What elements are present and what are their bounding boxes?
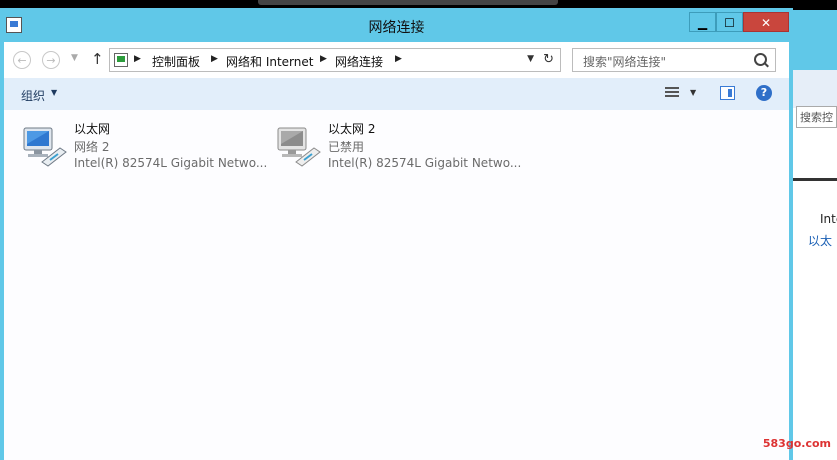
- background-window-titlebar: [790, 10, 837, 70]
- organize-button[interactable]: 组织: [21, 87, 45, 104]
- background-window[interactable]: 搜索控 Intel 以太: [790, 10, 837, 460]
- forward-button[interactable]: →: [42, 51, 60, 69]
- search-input[interactable]: 搜索"网络连接": [583, 53, 666, 70]
- network-adapter-connected-icon: [23, 127, 67, 167]
- close-button[interactable]: ✕: [743, 12, 789, 32]
- connection-device: Intel(R) 82574L Gigabit Netwo...: [328, 156, 522, 170]
- up-button[interactable]: ↑: [91, 50, 104, 68]
- connections-list: 以太网 网络 2 Intel(R) 82574L Gigabit Netwo..…: [4, 110, 789, 460]
- connection-status: 已禁用: [328, 140, 365, 154]
- breadcrumb-control-panel[interactable]: 控制面板: [152, 53, 200, 70]
- connection-name: 以太网: [74, 122, 111, 136]
- help-icon[interactable]: ?: [756, 85, 772, 101]
- preview-pane-icon[interactable]: [720, 86, 735, 100]
- refresh-icon[interactable]: ↻: [543, 52, 554, 67]
- breadcrumb-network-internet[interactable]: 网络和 Internet: [226, 53, 313, 70]
- connection-status: 网络 2: [74, 140, 110, 154]
- watermark: 583go.com: [762, 437, 831, 450]
- breadcrumb-separator-icon[interactable]: ▶: [211, 54, 218, 64]
- maximize-button[interactable]: ☐: [716, 12, 743, 32]
- organize-dropdown-icon[interactable]: ▼: [51, 88, 57, 97]
- control-panel-icon: [114, 53, 128, 67]
- background-window-commandbar: [790, 70, 837, 108]
- window-client: ← → ▼ ↑ ▶ 控制面板 ▶ 网络和 Internet ▶ 网络连接 ▶ ▼…: [4, 42, 789, 460]
- recent-locations-dropdown[interactable]: ▼: [71, 53, 78, 63]
- connection-device: Intel(R) 82574L Gigabit Netwo...: [74, 156, 268, 170]
- back-button[interactable]: ←: [13, 51, 31, 69]
- background-window-search[interactable]: 搜索控: [796, 106, 837, 128]
- address-history-dropdown-icon[interactable]: ▼: [527, 54, 534, 64]
- connection-item-ethernet-2[interactable]: 以太网 2 已禁用 Intel(R) 82574L Gigabit Netwo.…: [274, 118, 521, 178]
- navigation-bar: ← → ▼ ↑ ▶ 控制面板 ▶ 网络和 Internet ▶ 网络连接 ▶ ▼…: [4, 42, 789, 78]
- title-bar[interactable]: 网络连接 ▁ ☐ ✕: [0, 8, 793, 42]
- address-bar[interactable]: ▶ 控制面板 ▶ 网络和 Internet ▶ 网络连接 ▶ ▼ ↻: [109, 48, 561, 72]
- search-box[interactable]: 搜索"网络连接": [572, 48, 776, 72]
- breadcrumb-separator-icon[interactable]: ▶: [395, 54, 402, 64]
- view-options-dropdown-icon[interactable]: ▼: [690, 88, 696, 97]
- change-view-icon[interactable]: [665, 87, 679, 99]
- connection-item-ethernet[interactable]: 以太网 网络 2 Intel(R) 82574L Gigabit Netwo..…: [20, 118, 267, 178]
- screen-top-bar: [258, 0, 558, 5]
- background-window-divider: [790, 178, 837, 181]
- command-bar: 组织 ▼ ▼ ?: [4, 78, 789, 110]
- network-adapter-disabled-icon: [277, 127, 321, 167]
- background-window-text: Intel: [820, 212, 837, 226]
- window-title: 网络连接: [368, 20, 425, 36]
- connection-name: 以太网 2: [328, 122, 376, 136]
- minimize-button[interactable]: ▁: [689, 12, 716, 32]
- background-window-link[interactable]: 以太: [808, 232, 832, 249]
- breadcrumb-network-connections[interactable]: 网络连接: [335, 53, 383, 70]
- network-connections-window: 网络连接 ▁ ☐ ✕ ← → ▼ ↑ ▶ 控制面板 ▶ 网络和 Internet…: [0, 8, 793, 460]
- search-icon[interactable]: [754, 53, 767, 66]
- breadcrumb-separator-icon[interactable]: ▶: [320, 54, 327, 64]
- breadcrumb-separator-icon[interactable]: ▶: [134, 54, 141, 64]
